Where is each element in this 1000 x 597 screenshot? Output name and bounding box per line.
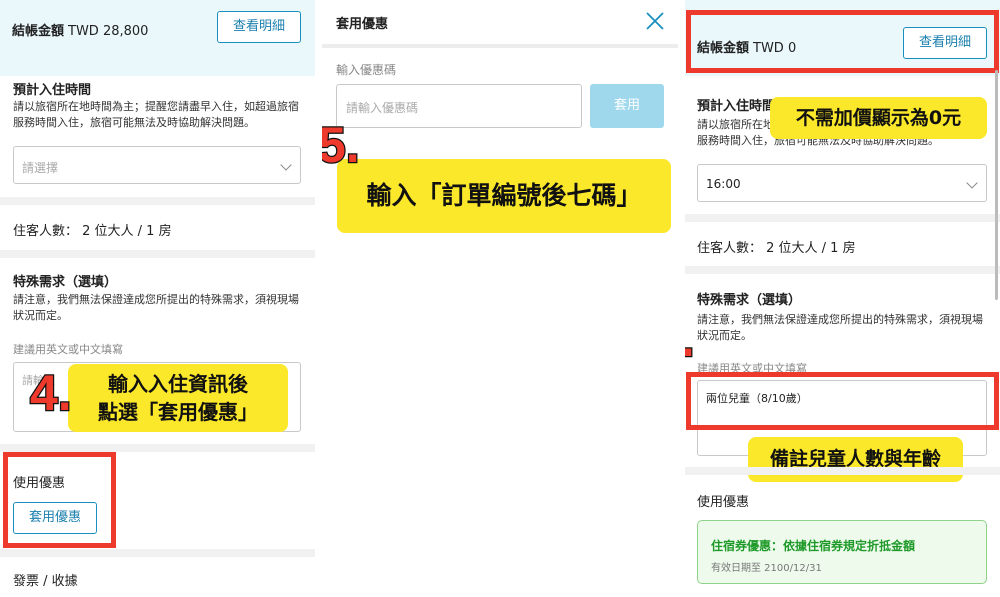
guest-count: 住客人數： 2 位大人 / 1 房 — [697, 241, 856, 256]
chevron-down-icon — [966, 177, 978, 189]
checkin-time-desc: 請以旅宿所在地時間為主；提醒您請盡早入住，如超過旅宿服務時間入住，旅宿可能無法及… — [13, 100, 299, 129]
total-label: 結帳金額 TWD 28,800 — [12, 20, 148, 39]
coupon-section-title: 使用優惠 — [697, 495, 750, 510]
special-request-title: 特殊需求（選填） — [13, 275, 118, 290]
divider — [322, 44, 678, 48]
coupon-card-title: 住宿券優惠：依據住宿券規定折抵金額 — [711, 539, 916, 553]
step4-callout: 輸入入住資訊後 點選「套用優惠」 — [68, 364, 288, 432]
checkin-time-select[interactable]: 16:00 — [697, 164, 987, 202]
checkin-time-title: 預計入住時間 — [697, 99, 776, 114]
note-callout: 備註兒童人數與年齡 — [748, 437, 963, 482]
special-request-title: 特殊需求（選填） — [697, 293, 802, 308]
highlight-box — [686, 372, 999, 430]
view-details-button[interactable]: 查看明細 — [217, 11, 301, 43]
checkout-header: 結帳金額 TWD 28,800 查看明細 — [0, 0, 315, 76]
guest-count: 住客人數： 2 位大人 / 1 房 — [13, 224, 172, 239]
checkout-panel-after: 結帳金額TWD 0 查看明細 預計入住時間 請以旅宿所在地時間為主；提醒您請盡早… — [685, 0, 1000, 597]
special-request-desc: 請注意，我們無法保證達成您所提出的特殊需求，須視現場狀況而定。 — [13, 293, 299, 322]
divider — [0, 549, 315, 557]
chevron-down-icon — [280, 159, 292, 171]
total-label-text: 結帳金額 — [12, 24, 65, 39]
coupon-code-input[interactable]: 請輸入優惠碼 — [336, 84, 582, 128]
checkin-time-title: 預計入住時間 — [13, 83, 92, 98]
close-icon[interactable] — [644, 10, 666, 32]
coupon-card[interactable]: 住宿券優惠：依據住宿券規定折抵金額 有效日期至 2100/12/31 — [697, 520, 987, 584]
divider — [685, 467, 1000, 475]
apply-button[interactable]: 套用 — [590, 84, 664, 128]
highlight-box — [3, 452, 116, 548]
step5-callout: 輸入「訂單編號後七碼」 — [337, 159, 671, 233]
checkin-time-value: 16:00 — [706, 177, 741, 191]
coupon-code-label: 輸入優惠碼 — [336, 63, 397, 77]
scrollbar[interactable] — [995, 70, 998, 300]
dialog-title: 套用優惠 — [336, 17, 389, 32]
invoice-title: 發票 / 收據 — [13, 574, 78, 589]
divider — [685, 214, 1000, 222]
divider — [0, 197, 315, 205]
step4-number: 4. — [29, 365, 73, 421]
total-amount: TWD 28,800 — [68, 24, 149, 39]
divider — [0, 250, 315, 258]
price-callout: 不需加價顯示為0元 — [770, 97, 987, 139]
highlight-box — [686, 10, 999, 73]
special-request-desc: 請注意，我們無法保證達成您所提出的特殊需求，須視現場狀況而定。 — [697, 313, 983, 342]
step5-number: 5. — [322, 117, 361, 173]
coupon-card-expiry: 有效日期至 2100/12/31 — [711, 563, 822, 574]
checkin-time-placeholder: 請選擇 — [22, 161, 59, 175]
special-request-hint: 建議用英文或中文填寫 — [13, 343, 123, 356]
divider — [0, 444, 315, 452]
apply-coupon-dialog: 套用優惠 輸入優惠碼 請輸入優惠碼 套用 輸入「訂單編號後七碼」 5. — [322, 0, 678, 597]
step6-number: 6. — [685, 313, 696, 366]
checkin-time-select[interactable]: 請選擇 — [13, 146, 301, 184]
divider — [685, 266, 1000, 274]
checkout-panel-before: 結帳金額 TWD 28,800 查看明細 預計入住時間 請以旅宿所在地時間為主；提… — [0, 0, 315, 597]
